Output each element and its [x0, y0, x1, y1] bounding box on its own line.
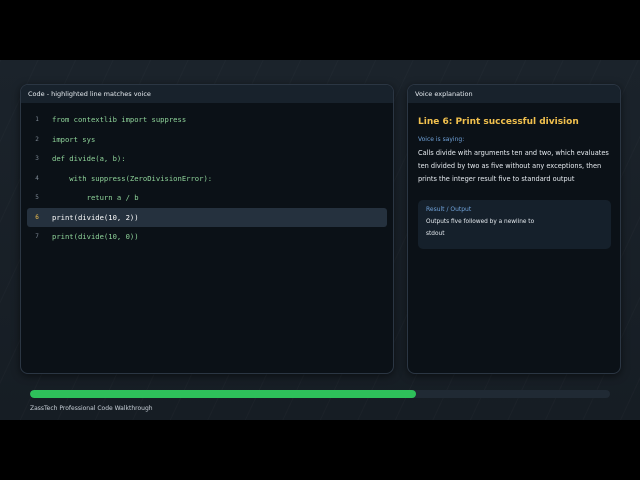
line-code: import sys — [52, 134, 96, 144]
line-number: 4 — [35, 174, 39, 182]
code-line: 1 from contextlib import suppress — [27, 110, 387, 130]
code-line: 7 print(divide(10, 0)) — [27, 227, 387, 247]
voice-panel-header: Voice explanation — [408, 85, 620, 103]
code-list: 1 from contextlib import suppress 2 impo… — [27, 110, 387, 247]
line-number: 7 — [35, 233, 39, 240]
code-line: 4 with suppress(ZeroDivisionError): — [27, 169, 387, 189]
progress-fill — [30, 390, 416, 398]
line-number: 6 — [35, 213, 39, 221]
line-code: from contextlib import suppress — [52, 115, 187, 124]
walkthrough-stage: Code - highlighted line matches voice 1 … — [0, 60, 640, 420]
line-number: 1 — [35, 116, 39, 123]
line-code: return a / b — [52, 193, 139, 202]
voice-title: Line 6: Print successful division — [418, 117, 579, 127]
line-number: 2 — [35, 135, 39, 143]
line-code: with suppress(ZeroDivisionError): — [52, 173, 213, 183]
line-code: def divide(a, b): — [52, 154, 126, 163]
result-box: Result / Output Outputs five followed by… — [418, 200, 611, 249]
result-label: Result / Output — [426, 206, 472, 213]
code-panel-header: Code - highlighted line matches voice — [21, 85, 393, 103]
line-code: print(divide(10, 2)) — [52, 212, 139, 222]
voice-explanation: Calls divide with arguments ten and two,… — [418, 149, 609, 184]
code-line: 5 return a / b — [27, 188, 387, 208]
line-code: print(divide(10, 0)) — [52, 232, 139, 241]
line-number: 3 — [35, 155, 39, 162]
footer-brand: ZassTech Professional Code Walkthrough — [30, 405, 153, 412]
voice-saying-label: Voice is saying: — [418, 136, 465, 143]
code-line: 3 def divide(a, b): — [27, 149, 387, 169]
code-panel: Code - highlighted line matches voice 1 … — [20, 84, 394, 374]
voice-panel: Voice explanation Line 6: Print successf… — [407, 84, 621, 374]
line-number: 5 — [35, 194, 39, 201]
code-line: 2 import sys — [27, 130, 387, 150]
result-output: Outputs five followed by a newline to st… — [426, 219, 535, 237]
progress-bar — [30, 390, 610, 398]
code-line-highlighted: 6 print(divide(10, 2)) — [27, 207, 387, 227]
